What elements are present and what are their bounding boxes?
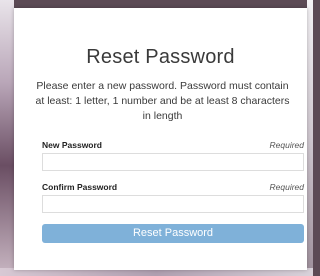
background-right	[307, 0, 313, 276]
new-password-required-hint: Required	[269, 140, 305, 150]
new-password-field[interactable]	[42, 153, 304, 171]
new-password-label-row: New Password Required	[42, 140, 304, 150]
new-password-label: New Password	[42, 140, 102, 150]
confirm-password-required-hint: Required	[269, 182, 305, 192]
confirm-password-label-row: Confirm Password Required	[42, 182, 304, 192]
password-requirements-text: Please enter a new password. Password mu…	[35, 80, 290, 122]
confirm-password-label: Confirm Password	[42, 182, 118, 192]
confirm-password-field[interactable]	[42, 195, 304, 213]
page-title: Reset Password	[86, 46, 235, 68]
reset-password-button[interactable]: Reset Password	[42, 224, 304, 243]
background-left	[0, 0, 14, 276]
reset-password-card: Reset Password Please enter a new passwo…	[14, 8, 307, 270]
